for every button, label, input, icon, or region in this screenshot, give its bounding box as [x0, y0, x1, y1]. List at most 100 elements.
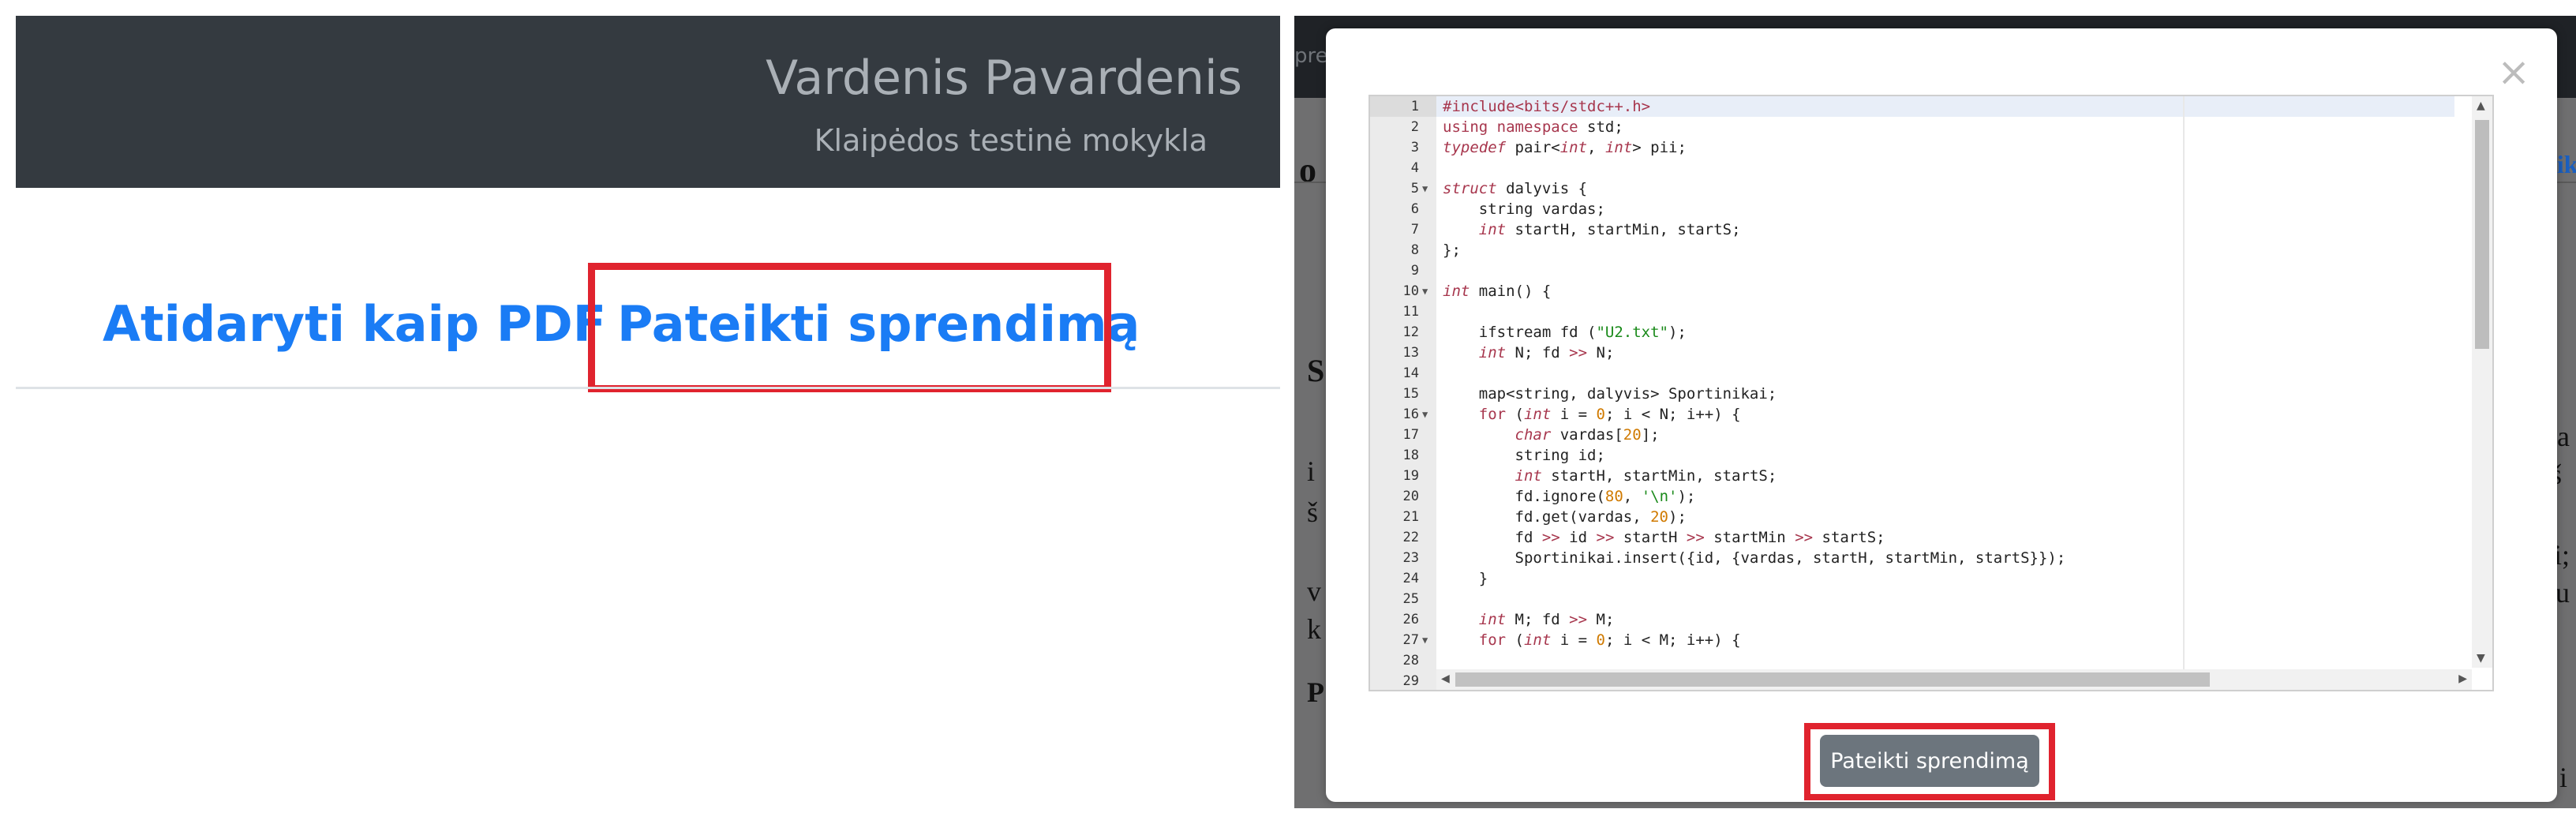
code-text: Sportinikai.insert({id, {vardas, startH,… [1443, 549, 2066, 567]
line-number: 4 [1410, 160, 1419, 176]
line-number: 7 [1410, 222, 1419, 238]
line-number: 6 [1410, 201, 1419, 217]
code-text: #include<bits/stdc++.h> [1443, 98, 1651, 115]
code-line[interactable]: 4 [1370, 158, 2459, 178]
line-number: 27 [1402, 632, 1419, 648]
code-line[interactable]: 28 [1370, 650, 2459, 671]
code-text: int startH, startMin, startS; [1478, 221, 1741, 238]
line-number: 2 [1410, 119, 1419, 135]
code-line[interactable]: 20 fd.ignore(80, '\n'); [1370, 486, 2459, 507]
code-text: fd.ignore(80, '\n'); [1443, 488, 1696, 505]
code-line[interactable]: 2 using namespace std; [1370, 117, 2459, 137]
vertical-scrollbar[interactable]: ▲ ▼ [2472, 96, 2492, 668]
code-line[interactable]: 24 } [1370, 568, 2459, 589]
code-line[interactable]: 7 int startH, startMin, startS; [1370, 219, 2459, 240]
code-editor[interactable]: 1 #include<bits/stdc++.h> 2 using namespace… [1368, 95, 2494, 691]
horizontal-scrollbar[interactable]: ◀ ▶ [1436, 669, 2472, 690]
code-text: fd >> id >> startH >> startMin >> startS… [1443, 529, 1885, 546]
code-text: string id; [1443, 447, 1605, 464]
code-text: int main() { [1443, 283, 1552, 300]
code-text: ifstream fd ("U2.txt"); [1443, 324, 1687, 341]
code-line[interactable]: 19 int startH, startMin, startS; [1370, 466, 2459, 486]
submit-solution-button[interactable]: Pateikti sprendimą [1820, 735, 2039, 787]
code-text: using namespace std; [1443, 118, 1623, 136]
code-line[interactable]: 17 char vardas[20]; [1370, 425, 2459, 445]
code-line[interactable]: 12 ifstream fd ("U2.txt"); [1370, 322, 2459, 343]
fold-arrow-icon[interactable]: ▼ [1422, 281, 1428, 302]
background-section-p: P [1307, 676, 1324, 708]
close-icon[interactable]: × [2497, 52, 2530, 92]
code-line[interactable]: 16 ▼ for (int i = 0; i < N; i++) { [1370, 404, 2459, 425]
line-number: 1 [1410, 99, 1419, 114]
code-line[interactable]: 23 Sportinikai.insert({id, {vardas, star… [1370, 548, 2459, 568]
line-number: 21 [1402, 509, 1419, 525]
line-number: 17 [1402, 427, 1419, 443]
fold-arrow-icon[interactable]: ▼ [1422, 178, 1428, 199]
line-number: 23 [1402, 550, 1419, 566]
background-section-s: S [1307, 353, 1325, 388]
line-number: 29 [1402, 673, 1419, 689]
modal-screenshot-panel: pre o S i š v k P teik va iš si; au ) i … [1294, 16, 2576, 808]
code-line[interactable]: 22 fd >> id >> startH >> startMin >> sta… [1370, 527, 2459, 548]
code-text: int startH, startMin, startS; [1515, 467, 1777, 485]
code-line[interactable]: 27 ▼ for (int i = 0; i < M; i++) { [1370, 630, 2459, 650]
line-number: 28 [1402, 653, 1419, 669]
code-line[interactable]: 3 typedef pair<int, int> pii; [1370, 137, 2459, 158]
code-line[interactable]: 6 string vardas; [1370, 199, 2459, 219]
tab-open-pdf[interactable]: Atidaryti kaip PDF [103, 295, 606, 353]
code-text: typedef pair<int, int> pii; [1443, 139, 1687, 156]
line-number: 14 [1402, 365, 1419, 381]
code-line[interactable]: 9 [1370, 260, 2459, 281]
line-number: 16 [1402, 406, 1419, 422]
line-number: 13 [1402, 345, 1419, 361]
code-text: string vardas; [1443, 200, 1605, 218]
vertical-scroll-thumb[interactable] [2475, 120, 2489, 349]
scroll-left-icon[interactable]: ◀ [1441, 672, 1450, 685]
code-text: int M; fd >> M; [1478, 611, 1615, 628]
code-line[interactable]: 25 [1370, 589, 2459, 609]
code-text: map<string, dalyvis> Sportinikai; [1443, 385, 1777, 403]
background-text-line: š [1307, 496, 1319, 528]
code-line[interactable]: 26 int M; fd >> M; [1370, 609, 2459, 630]
code-text: }; [1443, 242, 1461, 259]
code-line[interactable]: 21 fd.get(vardas, 20); [1370, 507, 2459, 527]
line-number: 9 [1410, 263, 1419, 279]
code-line[interactable]: 10 ▼ int main() { [1370, 281, 2459, 302]
scroll-up-icon[interactable]: ▲ [2477, 99, 2485, 112]
code-line[interactable]: 15 map<string, dalyvis> Sportinikai; [1370, 384, 2459, 404]
code-line[interactable]: 13 int N; fd >> N; [1370, 343, 2459, 363]
code-text: fd.get(vardas, 20); [1443, 508, 1687, 526]
header-bar: Vardenis Pavardenis Klaipėdos testinė mo… [16, 16, 1280, 188]
school-name: Klaipėdos testinė mokykla [814, 123, 1208, 158]
user-name[interactable]: Vardenis Pavardenis [766, 51, 1242, 106]
line-number: 11 [1402, 304, 1419, 320]
background-text-line: v [1307, 575, 1321, 607]
line-number: 3 [1410, 140, 1419, 155]
code-text: char vardas[20]; [1515, 426, 1660, 444]
code-line[interactable]: 14 [1370, 363, 2459, 384]
code-line[interactable]: 1 #include<bits/stdc++.h> [1370, 96, 2459, 117]
code-text: for (int i = 0; i < N; i++) { [1478, 406, 1741, 423]
background-text-line: i [1307, 455, 1316, 487]
line-number: 20 [1402, 489, 1419, 504]
code-text: for (int i = 0; i < M; i++) { [1478, 631, 1741, 649]
scroll-right-icon[interactable]: ▶ [2458, 672, 2467, 685]
code-line[interactable]: 11 [1370, 302, 2459, 322]
code-lines[interactable]: 1 #include<bits/stdc++.h> 2 using namespace… [1370, 96, 2459, 690]
code-line[interactable]: 18 string id; [1370, 445, 2459, 466]
horizontal-scroll-thumb[interactable] [1455, 672, 2210, 687]
background-header-fragment: pre [1294, 44, 1328, 68]
code-text: } [1443, 570, 1488, 587]
line-number: 22 [1402, 530, 1419, 545]
code-line[interactable]: 8}; [1370, 240, 2459, 260]
line-number: 25 [1402, 591, 1419, 607]
fold-arrow-icon[interactable]: ▼ [1422, 404, 1428, 425]
code-text: int N; fd >> N; [1478, 344, 1615, 361]
background-text-line: k [1307, 613, 1321, 645]
page-left-panel: Vardenis Pavardenis Klaipėdos testinė mo… [0, 0, 1294, 824]
scroll-down-icon[interactable]: ▼ [2477, 652, 2485, 665]
line-number: 19 [1402, 468, 1419, 484]
fold-arrow-icon[interactable]: ▼ [1422, 630, 1428, 650]
line-number: 24 [1402, 571, 1419, 586]
code-line[interactable]: 5 ▼ struct dalyvis { [1370, 178, 2459, 199]
